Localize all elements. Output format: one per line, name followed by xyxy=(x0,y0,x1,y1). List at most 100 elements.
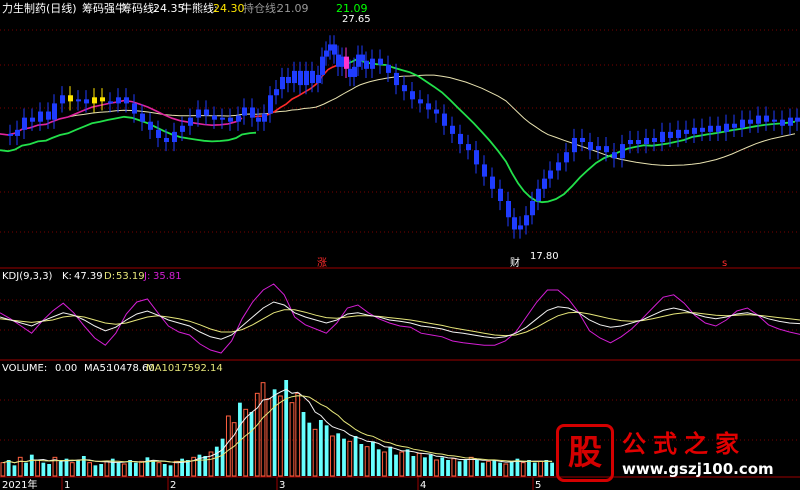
volume-bar xyxy=(214,446,219,476)
candle-body xyxy=(180,125,185,132)
candle-body xyxy=(324,50,329,57)
header-stock-name: 力生制药(日线) xyxy=(2,1,77,15)
candle-body xyxy=(524,215,529,226)
candle-body xyxy=(604,146,609,153)
volume-bar xyxy=(249,412,254,476)
candle-body xyxy=(22,117,27,130)
candle-body xyxy=(530,201,535,216)
candle-body xyxy=(536,188,541,201)
candle-body xyxy=(442,113,447,126)
volume-bars xyxy=(0,380,554,477)
volume-bar xyxy=(527,460,531,476)
candle-body xyxy=(8,133,13,136)
candle-body xyxy=(320,56,325,75)
volume-bar xyxy=(203,456,208,476)
kdj-k-label: K: xyxy=(62,271,72,282)
volume-bar xyxy=(468,456,474,477)
candlesticks xyxy=(8,35,800,239)
volume-bar xyxy=(173,460,179,477)
volume-ma-lines xyxy=(2,388,553,464)
volume-label: VOLUME: xyxy=(2,363,47,374)
candle-body xyxy=(386,64,391,73)
candle-body xyxy=(236,115,241,122)
volume-bar xyxy=(17,456,23,477)
volume-bar xyxy=(423,457,427,476)
x-tick: 5 xyxy=(535,480,541,490)
header-ind3-value: 24.30 xyxy=(213,2,245,15)
candle-body xyxy=(316,74,321,84)
volume-bar xyxy=(231,422,237,477)
volume-bar xyxy=(405,449,410,476)
volume-bar xyxy=(318,420,323,476)
kdj-d-label: D: xyxy=(104,271,115,282)
stock-chart: 力生制药(日线) 筹码强牛 筹码线: 24.35 牛熊线: 24.30 持仓线:… xyxy=(0,1,800,490)
x-axis: 2021年 1 2 3 4 5 xyxy=(2,477,541,490)
candle-body xyxy=(466,144,471,151)
volume-bar xyxy=(278,395,283,477)
candle-body xyxy=(256,117,261,122)
candle-body xyxy=(304,70,309,86)
volume-bar xyxy=(133,462,138,476)
volume-bar xyxy=(220,438,225,476)
candle-body xyxy=(394,72,399,86)
candle-body xyxy=(490,176,495,189)
candle-body xyxy=(60,95,65,104)
volume-ma5-label: MA5: xyxy=(84,363,109,374)
volume-bar xyxy=(492,460,497,476)
volume-bar xyxy=(272,389,277,476)
ma-line-trend-early xyxy=(0,115,257,153)
candle-body xyxy=(512,217,517,230)
candle-body xyxy=(580,137,585,143)
volume-bar xyxy=(162,464,167,476)
candle-body xyxy=(364,60,369,69)
candle-body xyxy=(156,129,161,138)
candle-body xyxy=(518,225,523,230)
candle-body xyxy=(212,115,217,120)
volume-bar xyxy=(446,460,450,476)
candle-body xyxy=(732,123,737,128)
candle-body xyxy=(542,178,547,189)
volume-bar xyxy=(121,463,127,477)
candle-body xyxy=(242,107,247,116)
candle-body xyxy=(188,117,193,126)
candle-body xyxy=(228,117,233,122)
volume-bar xyxy=(151,460,156,476)
x-tick: 2021年 xyxy=(2,478,37,490)
candle-body xyxy=(660,131,665,143)
volume-bar xyxy=(295,392,301,477)
volume-bar xyxy=(520,462,526,477)
volume-bar xyxy=(411,456,416,476)
volume-bar xyxy=(29,454,34,476)
candle-body xyxy=(124,97,129,104)
volume-bar xyxy=(347,440,353,477)
candle-body xyxy=(620,144,625,159)
candle-body xyxy=(15,129,20,136)
x-tick: 2 xyxy=(170,480,176,490)
candle-body xyxy=(684,129,689,134)
candle-body xyxy=(498,188,503,201)
candle-body xyxy=(588,142,593,151)
candle-body xyxy=(434,109,439,114)
volume-bar xyxy=(550,462,554,476)
candle-body xyxy=(652,137,657,143)
volume-bar xyxy=(538,460,543,477)
header-ind4-label: 持仓线: xyxy=(243,1,280,15)
x-tick: 4 xyxy=(420,480,426,490)
volume-bar xyxy=(145,457,150,476)
volume-bar xyxy=(434,459,439,477)
volume-bar xyxy=(35,459,40,477)
volume-bar xyxy=(330,435,335,477)
candle-body xyxy=(772,119,777,122)
candle-body xyxy=(482,164,487,177)
candle-body xyxy=(76,99,81,102)
candle-body xyxy=(506,201,511,218)
volume-bar xyxy=(301,412,306,476)
volume-bar xyxy=(394,454,398,476)
candle-body xyxy=(360,54,365,61)
candle-body xyxy=(164,137,169,143)
candle-body xyxy=(676,129,681,138)
candle-body xyxy=(116,97,121,104)
volume-bar xyxy=(128,460,132,476)
candle-body xyxy=(52,103,57,120)
candle-body xyxy=(572,137,577,153)
